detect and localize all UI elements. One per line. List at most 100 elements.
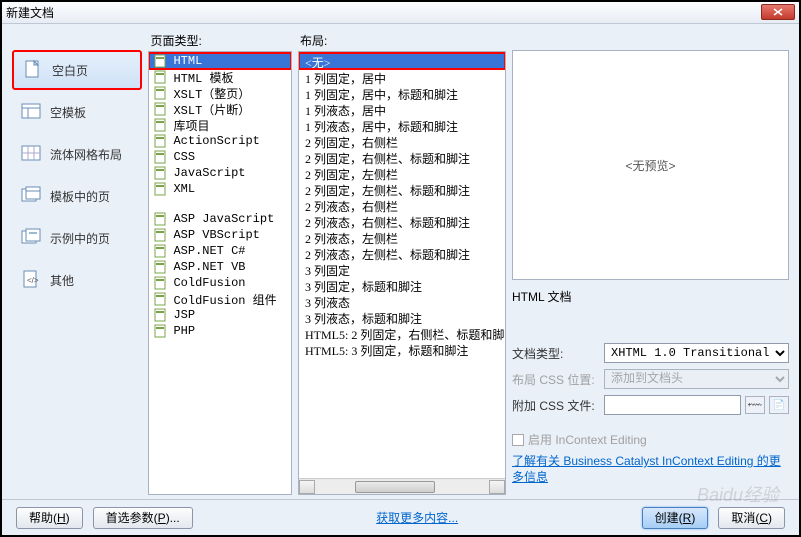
layout-item[interactable]: 2 列液态，右侧栏、标题和脚注 bbox=[299, 213, 505, 229]
category-other[interactable]: </> 其他 bbox=[12, 260, 142, 300]
category-label: 流体网格布局 bbox=[50, 146, 122, 163]
layout-item[interactable]: 3 列液态 bbox=[299, 293, 505, 309]
browse-icon: 📄 bbox=[773, 400, 785, 411]
right-panel: <无预览> HTML 文档 文档类型: XHTML 1.0 Transition… bbox=[512, 32, 789, 495]
doctype-select[interactable]: XHTML 1.0 Transitional bbox=[604, 343, 789, 363]
page-type-item[interactable]: XML bbox=[149, 181, 291, 197]
page-type-label: HTML bbox=[173, 54, 202, 68]
layout-item[interactable]: HTML5: 2 列固定，右侧栏、标题和脚注 bbox=[299, 325, 505, 341]
create-button[interactable]: 创建(R) bbox=[642, 507, 709, 529]
page-type-item[interactable]: ColdFusion bbox=[149, 275, 291, 291]
category-page-from-template[interactable]: 模板中的页 bbox=[12, 176, 142, 216]
close-button[interactable] bbox=[761, 4, 795, 20]
layout-item[interactable]: HTML5: 3 列固定，标题和脚注 bbox=[299, 341, 505, 357]
page-type-label: 库项目 bbox=[173, 117, 209, 134]
layout-item[interactable]: 3 列液态，标题和脚注 bbox=[299, 309, 505, 325]
file-icon bbox=[153, 70, 169, 84]
file-icon bbox=[153, 308, 169, 322]
layout-item[interactable]: 3 列固定，标题和脚注 bbox=[299, 277, 505, 293]
page-type-item[interactable]: ASP.NET VB bbox=[149, 259, 291, 275]
scroll-right-button[interactable] bbox=[489, 480, 505, 494]
page-type-list[interactable]: HTMLHTML 模板XSLT（整页）XSLT（片断）库项目ActionScri… bbox=[148, 51, 292, 495]
layout-column: 布局: <无>1 列固定，居中1 列固定，居中，标题和脚注1 列液态，居中1 列… bbox=[298, 32, 506, 495]
file-icon bbox=[153, 86, 169, 100]
layout-item[interactable]: 2 列固定，左侧栏、标题和脚注 bbox=[299, 181, 505, 197]
doctype-label: 文档类型: bbox=[512, 345, 600, 362]
category-blank-page[interactable]: 空白页 bbox=[12, 50, 142, 90]
page-type-item[interactable]: ColdFusion 组件 bbox=[149, 291, 291, 307]
page-type-item[interactable]: CSS bbox=[149, 149, 291, 165]
page-type-item[interactable]: PHP bbox=[149, 323, 291, 339]
page-type-item[interactable]: JavaScript bbox=[149, 165, 291, 181]
blank-page-icon bbox=[22, 59, 44, 81]
layout-item[interactable]: 2 列液态，右侧栏 bbox=[299, 197, 505, 213]
layout-item[interactable]: 1 列液态，居中，标题和脚注 bbox=[299, 117, 505, 133]
attach-css-row: 附加 CSS 文件: ⬳ 📄 bbox=[512, 395, 789, 415]
layout-item[interactable]: 1 列固定，居中，标题和脚注 bbox=[299, 85, 505, 101]
page-from-template-icon bbox=[20, 185, 42, 207]
page-type-item[interactable]: ASP VBScript bbox=[149, 227, 291, 243]
page-type-label: ASP.NET VB bbox=[173, 260, 245, 274]
incontext-checkbox[interactable] bbox=[512, 434, 524, 446]
horizontal-scrollbar[interactable] bbox=[299, 478, 505, 494]
page-type-label: ColdFusion 组件 bbox=[173, 291, 276, 308]
help-button[interactable]: 帮助(H) bbox=[16, 507, 83, 529]
preview-box: <无预览> bbox=[512, 50, 789, 280]
page-type-label: XML bbox=[173, 182, 195, 196]
cancel-button[interactable]: 取消(C) bbox=[718, 507, 785, 529]
file-icon bbox=[153, 260, 169, 274]
layout-item[interactable]: <无> bbox=[299, 53, 505, 69]
scroll-left-button[interactable] bbox=[299, 480, 315, 494]
page-type-label: ColdFusion bbox=[173, 276, 245, 290]
scroll-track[interactable] bbox=[315, 480, 489, 494]
page-type-item[interactable]: JSP bbox=[149, 307, 291, 323]
category-label: 模板中的页 bbox=[50, 188, 110, 205]
layout-item[interactable]: 2 列固定，左侧栏 bbox=[299, 165, 505, 181]
category-blank-template[interactable]: 空模板 bbox=[12, 92, 142, 132]
layout-item[interactable]: 2 列液态，左侧栏、标题和脚注 bbox=[299, 245, 505, 261]
file-icon bbox=[153, 102, 169, 116]
file-icon bbox=[153, 244, 169, 258]
attach-browse-button[interactable]: 📄 bbox=[769, 396, 789, 414]
file-icon bbox=[153, 228, 169, 242]
layout-header: 布局: bbox=[298, 32, 506, 49]
preview-text: <无预览> bbox=[625, 157, 675, 174]
layout-item[interactable]: 2 列液态，左侧栏 bbox=[299, 229, 505, 245]
layout-item[interactable]: 2 列固定，右侧栏 bbox=[299, 133, 505, 149]
attach-link-button[interactable]: ⬳ bbox=[745, 396, 765, 414]
layout-item[interactable]: 3 列固定 bbox=[299, 261, 505, 277]
fluid-grid-icon bbox=[20, 143, 42, 165]
attach-css-input[interactable] bbox=[604, 395, 741, 415]
page-type-item[interactable]: ActionScript bbox=[149, 133, 291, 149]
category-label: 其他 bbox=[50, 272, 74, 289]
attach-css-label: 附加 CSS 文件: bbox=[512, 397, 600, 414]
page-type-item[interactable]: HTML 模板 bbox=[149, 69, 291, 85]
category-page-from-sample[interactable]: 示例中的页 bbox=[12, 218, 142, 258]
layout-list[interactable]: <无>1 列固定，居中1 列固定，居中，标题和脚注1 列液态，居中1 列液态，居… bbox=[298, 51, 506, 495]
page-type-item[interactable]: 库项目 bbox=[149, 117, 291, 133]
page-type-item[interactable]: XSLT（片断） bbox=[149, 101, 291, 117]
page-type-item[interactable]: XSLT（整页） bbox=[149, 85, 291, 101]
category-fluid-grid[interactable]: 流体网格布局 bbox=[12, 134, 142, 174]
layout-css-row: 布局 CSS 位置: 添加到文档头 bbox=[512, 369, 789, 389]
svg-text:</>: </> bbox=[27, 276, 39, 285]
layout-css-select: 添加到文档头 bbox=[604, 369, 789, 389]
page-type-item[interactable]: ASP.NET C# bbox=[149, 243, 291, 259]
category-list: 空白页 空模板 流体网格布局 模板中的页 示例中的页 </> 其他 bbox=[12, 32, 142, 495]
preferences-button[interactable]: 首选参数(P)... bbox=[93, 507, 193, 529]
incontext-learn-more-link[interactable]: 了解有关 Business Catalyst InContext Editing… bbox=[512, 454, 789, 485]
page-type-item[interactable]: HTML bbox=[149, 53, 291, 69]
doctype-row: 文档类型: XHTML 1.0 Transitional bbox=[512, 343, 789, 363]
link-icon: ⬳ bbox=[748, 400, 762, 411]
file-icon bbox=[153, 134, 169, 148]
layout-item[interactable]: 1 列液态，居中 bbox=[299, 101, 505, 117]
category-label: 空白页 bbox=[52, 62, 88, 79]
layout-item[interactable]: 2 列固定，右侧栏、标题和脚注 bbox=[299, 149, 505, 165]
get-more-link[interactable]: 获取更多内容... bbox=[376, 509, 458, 526]
layout-item[interactable]: 1 列固定，居中 bbox=[299, 69, 505, 85]
page-type-item[interactable]: ASP JavaScript bbox=[149, 211, 291, 227]
dialog-title: 新建文档 bbox=[6, 4, 54, 21]
scroll-thumb[interactable] bbox=[355, 481, 435, 493]
doc-type-description: HTML 文档 bbox=[512, 286, 789, 307]
page-from-sample-icon bbox=[20, 227, 42, 249]
